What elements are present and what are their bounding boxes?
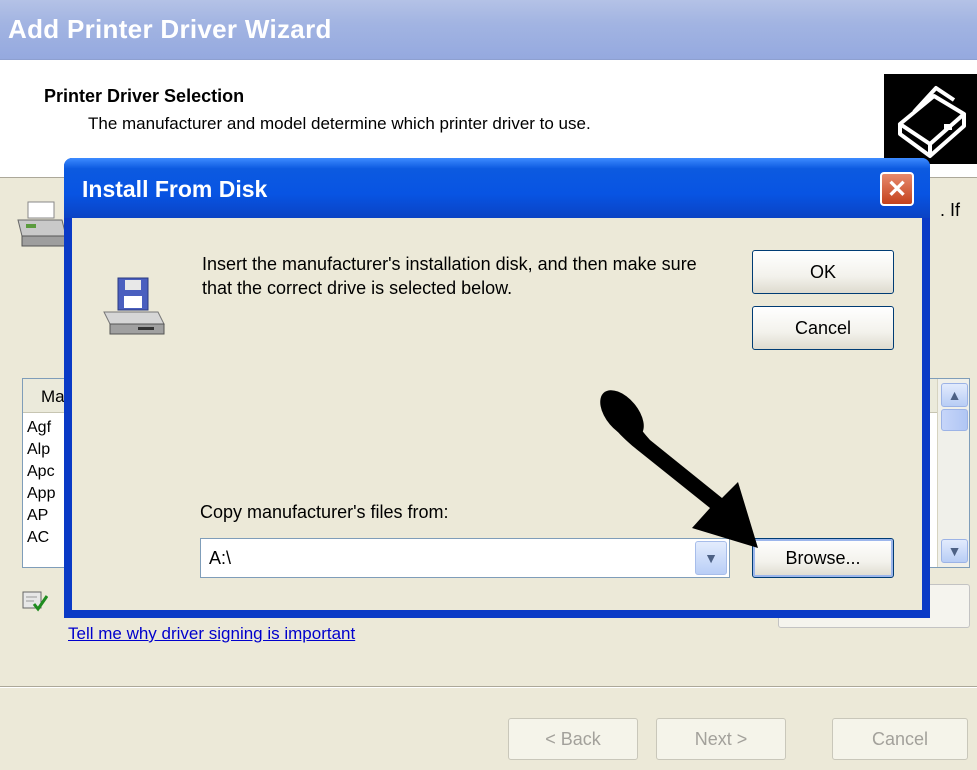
copy-from-label: Copy manufacturer's files from: xyxy=(200,502,449,522)
wizard-header-title: Printer Driver Selection xyxy=(44,86,245,106)
wizard-body-text: . If xyxy=(940,200,961,220)
floppy-drive-icon xyxy=(98,274,168,344)
combo-dropdown-button[interactable]: ▼ xyxy=(695,541,727,575)
back-button[interactable]: < Back xyxy=(508,718,638,760)
wizard-cancel-button[interactable]: Cancel xyxy=(832,718,968,760)
chevron-down-icon: ▼ xyxy=(704,550,718,566)
list-item[interactable]: AP xyxy=(27,507,48,525)
wizard-titlebar: Add Printer Driver Wizard xyxy=(0,0,977,60)
wizard-title: Add Printer Driver Wizard xyxy=(8,14,332,44)
list-scrollbar[interactable]: ▲ ▼ xyxy=(937,379,969,567)
scroll-thumb[interactable] xyxy=(941,409,968,431)
list-item[interactable]: Apc xyxy=(27,463,55,481)
scroll-down-button[interactable]: ▼ xyxy=(941,539,968,563)
dialog-message: Insert the manufacturer's installation d… xyxy=(202,254,697,298)
ok-button[interactable]: OK xyxy=(752,250,894,294)
copy-from-value[interactable]: A:\ xyxy=(209,548,231,569)
scroll-up-button[interactable]: ▲ xyxy=(941,383,968,407)
wizard-separator xyxy=(0,686,977,688)
close-icon: ✕ xyxy=(886,175,908,203)
dialog-titlebar[interactable]: Install From Disk ✕ xyxy=(64,158,930,218)
chevron-up-icon: ▲ xyxy=(947,387,962,403)
printer-icon xyxy=(14,198,70,254)
printer-icon xyxy=(884,74,977,164)
wizard-header-subtitle: The manufacturer and model determine whi… xyxy=(88,114,591,133)
dialog-body: Insert the manufacturer's installation d… xyxy=(72,218,922,610)
list-item[interactable]: AC xyxy=(27,529,49,547)
browse-button[interactable]: Browse... xyxy=(752,538,894,578)
cancel-button[interactable]: Cancel xyxy=(752,306,894,350)
chevron-down-icon: ▼ xyxy=(947,543,962,559)
list-item[interactable]: App xyxy=(27,485,55,503)
install-from-disk-dialog: Install From Disk ✕ Insert the manufactu… xyxy=(64,158,930,618)
dialog-title: Install From Disk xyxy=(82,176,268,202)
close-button[interactable]: ✕ xyxy=(880,172,914,206)
list-item[interactable]: Alp xyxy=(27,441,50,459)
screen: Add Printer Driver Wizard Printer Driver… xyxy=(0,0,977,770)
copy-from-combobox[interactable]: A:\ ▼ xyxy=(200,538,730,578)
next-button[interactable]: Next > xyxy=(656,718,786,760)
list-item[interactable]: Agf xyxy=(27,419,51,437)
driver-signed-icon xyxy=(22,590,49,612)
driver-signing-link[interactable]: Tell me why driver signing is important xyxy=(68,624,355,644)
